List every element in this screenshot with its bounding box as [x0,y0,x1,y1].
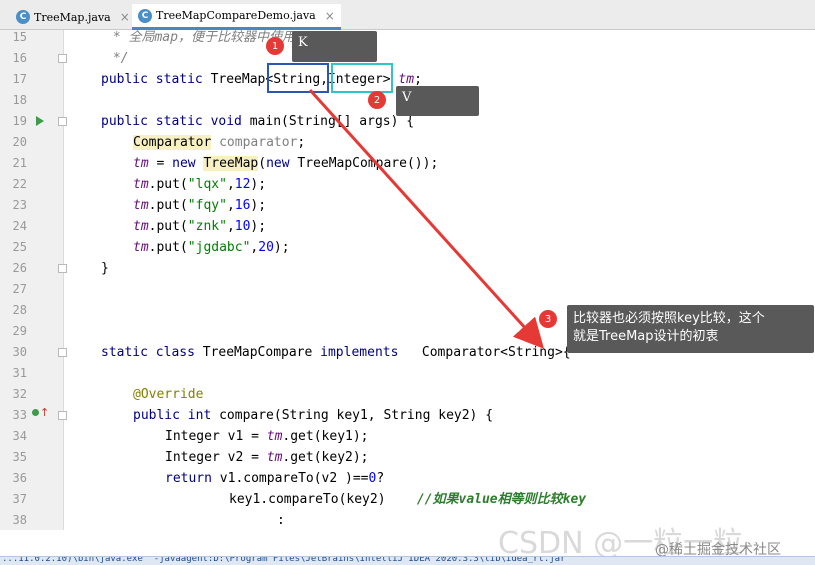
annotation-arrow [308,88,545,349]
arrow-line [308,88,545,349]
console-command-text: ...11.0.2.10)\bin\java.exe "-javaagent:D… [2,556,566,564]
run-console-strip: ...11.0.2.10)\bin\java.exe "-javaagent:D… [0,556,815,565]
